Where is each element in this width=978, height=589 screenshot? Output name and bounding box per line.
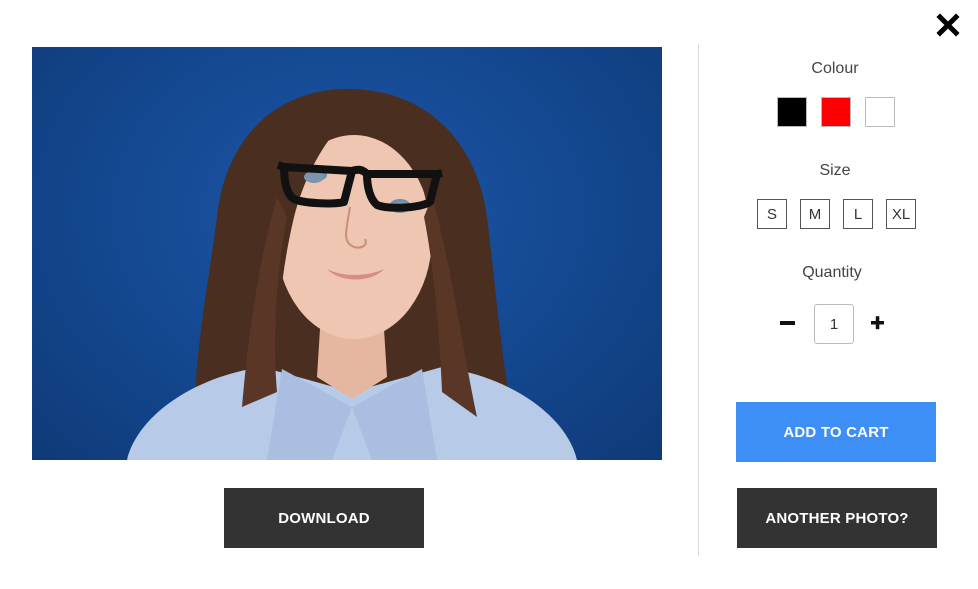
another-photo-button[interactable]: ANOTHER PHOTO? xyxy=(737,488,937,548)
colour-swatch-white[interactable] xyxy=(865,97,895,127)
close-button[interactable] xyxy=(935,12,961,38)
download-button[interactable]: DOWNLOAD xyxy=(224,488,424,548)
size-options: S M L XL xyxy=(757,199,916,229)
size-option-s[interactable]: S xyxy=(757,199,787,229)
quantity-increase-button[interactable] xyxy=(868,313,888,333)
quantity-label: Quantity xyxy=(802,264,862,281)
colour-swatch-black[interactable] xyxy=(777,97,807,127)
size-option-l[interactable]: L xyxy=(843,199,873,229)
quantity-decrease-button[interactable] xyxy=(778,313,798,333)
size-option-m[interactable]: M xyxy=(800,199,830,229)
colour-label: Colour xyxy=(811,60,859,77)
quantity-input[interactable] xyxy=(814,304,854,344)
panel-divider xyxy=(698,44,699,556)
add-to-cart-button[interactable]: ADD TO CART xyxy=(736,402,936,462)
close-icon xyxy=(936,13,960,37)
size-label: Size xyxy=(819,162,851,179)
colour-swatch-red[interactable] xyxy=(821,97,851,127)
try-on-photo xyxy=(32,47,662,460)
colour-swatches xyxy=(777,97,895,127)
size-option-xl[interactable]: XL xyxy=(886,199,916,229)
plus-icon xyxy=(871,316,884,330)
portrait-image xyxy=(127,88,577,460)
minus-icon xyxy=(780,321,795,325)
